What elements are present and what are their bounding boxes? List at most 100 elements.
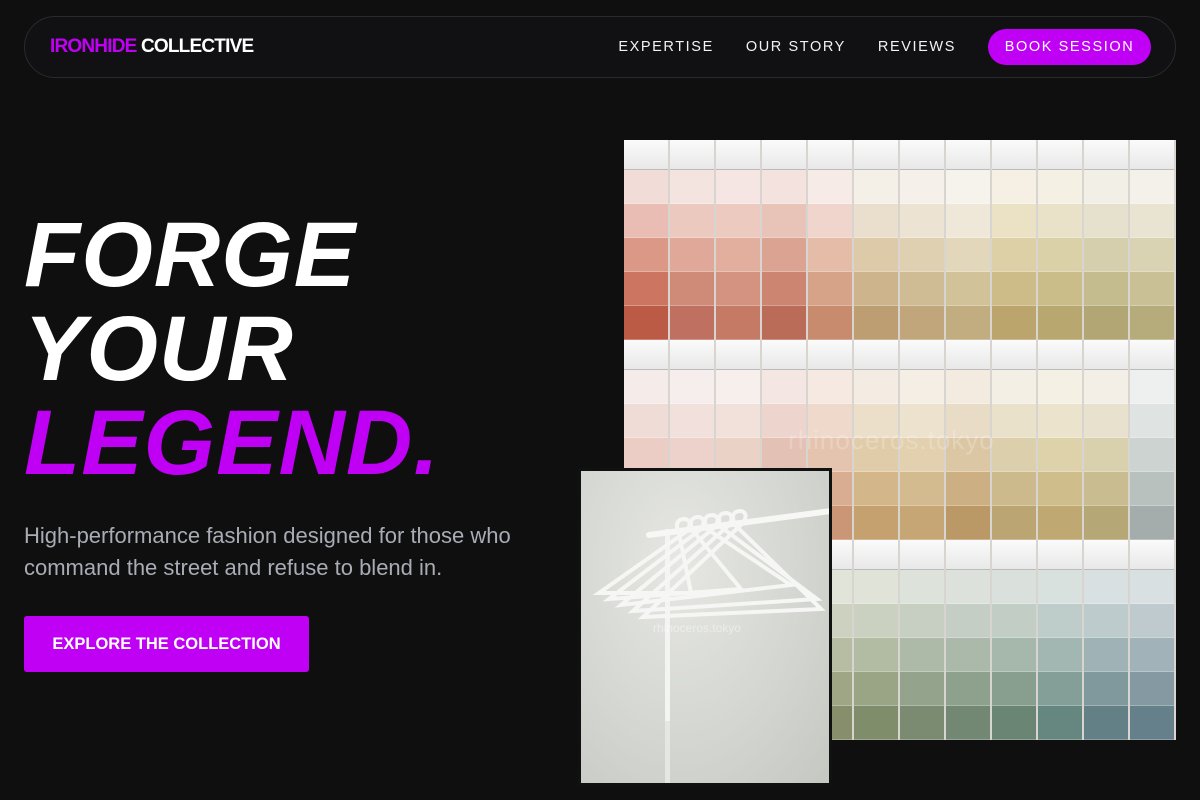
- color-chip: [1084, 672, 1128, 706]
- paint-swatch-card: [992, 540, 1036, 740]
- color-chip: [1130, 204, 1174, 238]
- color-chip: [762, 238, 806, 272]
- brand-logo[interactable]: IRONHIDE COLLECTIVE: [50, 36, 254, 58]
- color-chip: [1084, 438, 1128, 472]
- rack-pole-lower: [665, 721, 670, 783]
- color-chip: [1084, 272, 1128, 306]
- color-chip: [900, 638, 944, 672]
- color-chip: [1084, 170, 1128, 204]
- book-session-button[interactable]: BOOK SESSION: [988, 29, 1151, 65]
- color-chip: [992, 570, 1036, 604]
- paint-swatch-card: [1084, 340, 1128, 540]
- color-chip: [716, 272, 760, 306]
- color-chip: [1038, 472, 1082, 506]
- color-chip: [1038, 404, 1082, 438]
- color-chip: [1130, 370, 1174, 404]
- swatch-card-top: [946, 140, 990, 170]
- swatch-card-top: [716, 140, 760, 170]
- swatch-row: [624, 140, 1176, 340]
- color-chip: [946, 472, 990, 506]
- color-chip: [946, 672, 990, 706]
- color-chip: [1084, 306, 1128, 340]
- color-chip: [716, 204, 760, 238]
- color-chip: [808, 170, 852, 204]
- swatch-card-top: [1130, 540, 1174, 570]
- swatch-card-top: [624, 340, 668, 370]
- color-chip: [1084, 604, 1128, 638]
- color-chip: [900, 604, 944, 638]
- headline-line-legend: LEGEND.: [24, 392, 440, 494]
- nav-link-our-story[interactable]: OUR STORY: [746, 39, 846, 55]
- color-chip: [992, 404, 1036, 438]
- color-chip: [946, 272, 990, 306]
- paint-swatch-card: [808, 140, 852, 340]
- color-chip: [900, 570, 944, 604]
- color-chip: [1038, 638, 1082, 672]
- color-chip: [900, 672, 944, 706]
- color-chip: [762, 204, 806, 238]
- color-chip: [624, 204, 668, 238]
- color-chip: [854, 506, 898, 540]
- swatch-card-top: [946, 340, 990, 370]
- paint-swatch-card: [670, 140, 714, 340]
- color-chip: [1084, 570, 1128, 604]
- color-chip: [992, 204, 1036, 238]
- color-chip: [992, 238, 1036, 272]
- color-chip: [670, 370, 714, 404]
- color-chip: [992, 170, 1036, 204]
- nav-link-reviews[interactable]: REVIEWS: [878, 39, 956, 55]
- color-chip: [1038, 570, 1082, 604]
- color-chip: [992, 306, 1036, 340]
- nav-link-expertise[interactable]: EXPERTISE: [618, 39, 714, 55]
- color-chip: [1130, 238, 1174, 272]
- color-chip: [992, 272, 1036, 306]
- color-chip: [1130, 272, 1174, 306]
- swatch-card-top: [670, 140, 714, 170]
- paint-swatch-card: [1130, 540, 1174, 740]
- swatch-card-top: [1084, 340, 1128, 370]
- swatch-card-top: [624, 140, 668, 170]
- explore-collection-button[interactable]: EXPLORE THE COLLECTION: [24, 616, 309, 672]
- color-chip: [1084, 238, 1128, 272]
- color-chip: [900, 204, 944, 238]
- swatch-card-top: [992, 340, 1036, 370]
- clothing-rack-image: rhinoceros.tokyo: [578, 468, 832, 786]
- color-chip: [762, 272, 806, 306]
- color-chip: [854, 570, 898, 604]
- swatch-card-top: [946, 540, 990, 570]
- color-chip: [808, 272, 852, 306]
- color-chip: [1130, 404, 1174, 438]
- color-chip: [1038, 306, 1082, 340]
- paint-swatch-card: [762, 140, 806, 340]
- color-chip: [854, 672, 898, 706]
- paint-swatch-card: [1038, 140, 1082, 340]
- color-chip: [624, 306, 668, 340]
- color-chip: [854, 638, 898, 672]
- swatch-card-top: [1130, 140, 1174, 170]
- color-chip: [946, 706, 990, 740]
- color-chip: [1084, 370, 1128, 404]
- swatch-card-top: [1038, 140, 1082, 170]
- paint-swatch-card: [1130, 340, 1174, 540]
- color-chip: [624, 370, 668, 404]
- color-chip: [900, 506, 944, 540]
- swatch-card-top: [1130, 340, 1174, 370]
- color-chip: [670, 238, 714, 272]
- color-chip: [1084, 404, 1128, 438]
- swatch-card-top: [900, 540, 944, 570]
- color-chip: [624, 404, 668, 438]
- paint-swatch-card: [1084, 140, 1128, 340]
- color-chip: [946, 170, 990, 204]
- hanger-image-watermark: rhinoceros.tokyo: [653, 621, 742, 635]
- paint-swatch-card: [1084, 540, 1128, 740]
- paint-swatch-card: [900, 140, 944, 340]
- swatch-card-top: [808, 140, 852, 170]
- color-chip: [1084, 638, 1128, 672]
- color-chip: [946, 306, 990, 340]
- color-chip: [762, 306, 806, 340]
- color-chip: [992, 472, 1036, 506]
- color-chip: [1084, 506, 1128, 540]
- color-chip: [854, 472, 898, 506]
- color-chip: [900, 306, 944, 340]
- swatch-card-top: [1038, 540, 1082, 570]
